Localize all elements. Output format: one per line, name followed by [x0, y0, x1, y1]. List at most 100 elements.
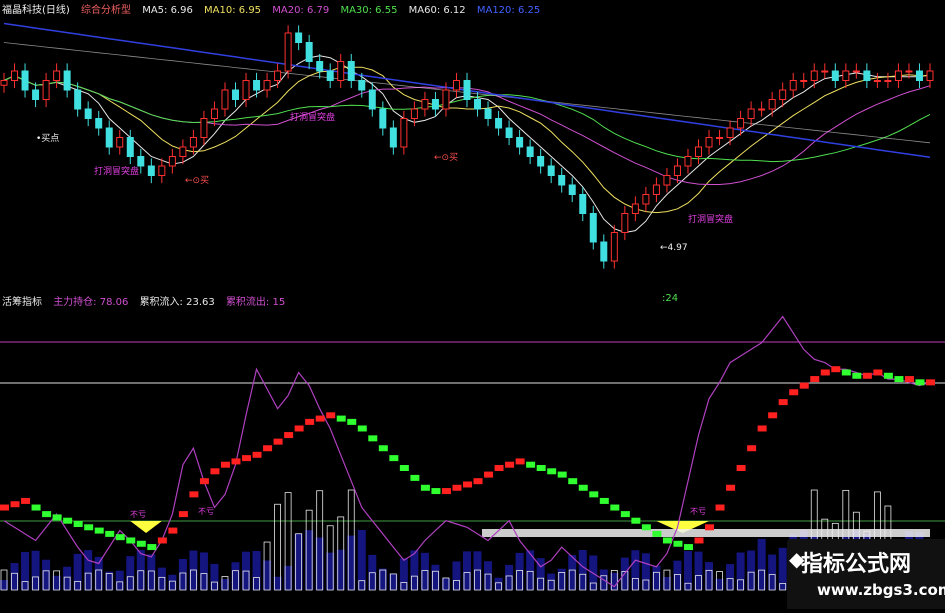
candle-body: [168, 156, 176, 167]
sub-panel-header: 活筹指标 主力持仓: 78.06 累积流入: 23.63 累积流出: 15: [2, 293, 293, 308]
trend-segment: [883, 372, 893, 379]
trend-segment: [515, 458, 525, 465]
candle-body: [295, 32, 303, 43]
trend-segment: [252, 451, 262, 458]
trend-segment: [31, 504, 41, 511]
trend-segment: [705, 524, 715, 531]
candle-body: [337, 61, 345, 81]
candle-body: [758, 108, 766, 111]
trend-segment: [347, 418, 357, 425]
trend-segment: [105, 530, 115, 537]
trend-segment: [473, 478, 483, 485]
sub-indicator-name: 活筹指标: [2, 297, 42, 308]
trend-segment: [147, 544, 157, 551]
candle-body: [452, 80, 460, 91]
buy-point-label: •买点: [36, 133, 59, 144]
trend-segment: [189, 491, 199, 498]
candle-body: [926, 70, 934, 81]
ma30-label: MA30: 6.55: [340, 5, 398, 16]
candle-body: [242, 80, 250, 100]
candle-body: [379, 108, 387, 129]
candle-body: [673, 165, 681, 176]
trend-segment: [463, 481, 472, 488]
candle-body: [852, 70, 860, 73]
candle-body: [789, 80, 797, 91]
price-panel-header: 福晶科技(日线) 综合分析型 MA5: 6.96 MA10: 6.95 MA20…: [2, 1, 548, 16]
ma5-label: MA5: 6.96: [142, 5, 193, 16]
candle-body: [695, 146, 702, 157]
candle-body: [737, 118, 745, 129]
candle-body: [873, 80, 881, 82]
no-loss-label-1: 不亏: [130, 510, 146, 519]
trend-segment: [610, 504, 620, 511]
candle-body: [232, 89, 239, 100]
break-through-label-2: 打洞冒突盘: [290, 111, 335, 123]
candle-body: [831, 70, 839, 81]
candle-body: [474, 99, 482, 110]
candle-body: [42, 80, 50, 100]
trend-segment: [389, 455, 399, 462]
trend-segment: [926, 379, 935, 386]
candle-body: [389, 127, 397, 148]
candle-body: [53, 70, 61, 81]
candle-body: [558, 175, 566, 186]
candle-body: [147, 165, 155, 176]
candle-body: [768, 99, 776, 110]
candle-body: [915, 70, 923, 81]
trend-segment: [799, 382, 809, 389]
candle-body: [358, 80, 366, 91]
candle-body: [463, 80, 471, 100]
candle-body: [747, 108, 755, 119]
sub-right-value: :24: [662, 293, 679, 304]
candle-body: [894, 70, 902, 81]
candle-body: [316, 61, 324, 72]
candle-body: [652, 184, 660, 195]
indicator-name: 综合分析型: [81, 5, 131, 16]
trend-segment: [641, 524, 651, 531]
candle-body: [505, 127, 513, 138]
candle-body: [631, 203, 639, 214]
trend-segment: [747, 445, 757, 452]
candle-body: [421, 99, 429, 110]
break-through-label-3: 打洞冒突盘: [688, 213, 733, 225]
trend-segment: [852, 372, 862, 379]
trend-segment: [284, 432, 294, 439]
candle-body: [137, 156, 145, 167]
candle-body: [63, 70, 71, 91]
candle-body: [800, 80, 808, 82]
trend-segment: [820, 369, 830, 376]
candle-body: [0, 80, 8, 86]
candle-body: [84, 108, 92, 119]
trend-segment: [452, 484, 462, 491]
trend-segment: [841, 369, 851, 376]
low-value-label: ←4.97: [660, 243, 688, 253]
candle-body: [116, 137, 124, 148]
watermark-title: 指标公式网: [801, 552, 912, 577]
trend-segment: [115, 534, 125, 541]
trend-segment: [326, 412, 336, 419]
candle-body: [663, 175, 671, 186]
trend-segment: [420, 484, 430, 491]
trend-segment: [0, 504, 9, 511]
trend-segment: [399, 465, 409, 471]
candle-body: [821, 70, 829, 73]
trend-segment: [136, 540, 146, 547]
candle-body: [253, 80, 261, 91]
trend-segment: [336, 415, 346, 422]
candle-body: [200, 118, 208, 138]
trend-segment: [662, 537, 672, 544]
candle-body: [326, 70, 334, 81]
trend-segment: [94, 527, 104, 534]
trend-segment: [768, 412, 778, 419]
trend-segment: [547, 468, 557, 475]
candle-body: [589, 213, 597, 243]
candle-body: [495, 118, 503, 129]
buy-marker-1: ←⊙买: [185, 175, 209, 186]
trend-segment: [199, 478, 209, 485]
candle-body: [779, 89, 787, 100]
trend-segment: [42, 511, 52, 518]
candle-body: [526, 146, 534, 157]
trend-segment: [368, 435, 378, 442]
trend-segment: [736, 465, 746, 471]
candle-body: [726, 127, 734, 138]
